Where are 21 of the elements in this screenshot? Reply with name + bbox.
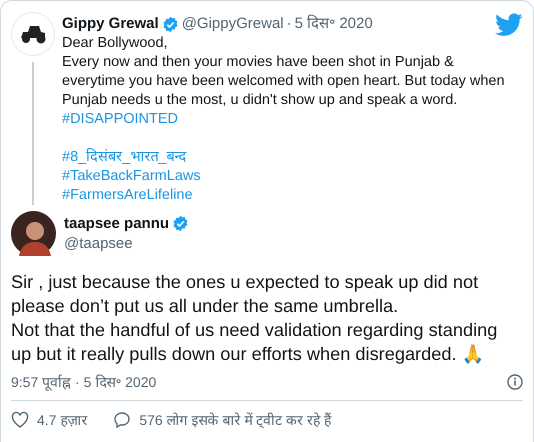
like-count[interactable]: 4.7 हज़ार — [37, 410, 88, 430]
avatar[interactable] — [11, 211, 56, 256]
conversation-link[interactable]: 576 लोग इसके बारे में ट्वीट कर रहे हैं — [139, 410, 331, 430]
separator-dot: · — [286, 14, 292, 34]
author-name[interactable]: Gippy Grewal — [62, 14, 159, 34]
tweet-text: Dear Bollywood, Every now and then your movies have been shot in Punjab & everytime you have been welcomed with open heart. But today when Punjab needs u the most, u didn't show up and speak a word. — [62, 34, 506, 110]
author-name[interactable]: taapsee pannu — [64, 214, 170, 234]
speech-bubble-icon[interactable] — [113, 411, 132, 429]
tweet-timestamp[interactable]: 9:57 पूर्वाह्न · 5 दिस॰ 2020 — [11, 372, 156, 392]
info-icon[interactable] — [507, 374, 523, 390]
hashtag-link[interactable]: #TakeBackFarmLaws — [62, 167, 201, 186]
author-handle[interactable]: @taapsee — [64, 234, 190, 254]
tweet-date[interactable]: 5 दिस॰ 2020 — [294, 14, 373, 34]
tweet-text: Sir , just because the ones u expected to speak up did not please don’t put us all under the same umbrella. Not that the handful of us need validation regarding standing up but it really pulls down our efforts when disregarded. 🙏 — [11, 271, 498, 366]
hashtag-link[interactable]: #DISAPPOINTED — [62, 110, 178, 129]
hashtag-link[interactable]: #8_दिसंबर_भारत_बन्द — [62, 148, 186, 167]
avatar[interactable] — [11, 12, 55, 56]
author-handle[interactable]: @GippyGrewal — [182, 14, 284, 34]
heart-icon[interactable] — [11, 411, 29, 429]
bird-icon[interactable] — [495, 13, 523, 37]
hashtag-link[interactable]: #FarmersAreLifeline — [62, 186, 193, 205]
